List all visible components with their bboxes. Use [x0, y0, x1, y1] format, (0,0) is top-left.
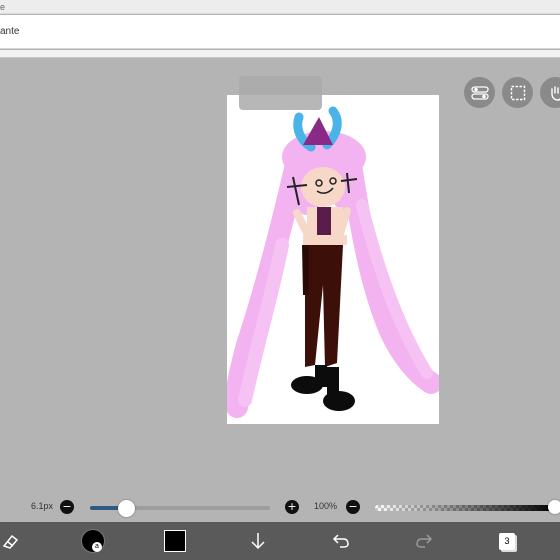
undo-button[interactable]	[328, 522, 354, 560]
opacity-decrease-button[interactable]: −	[346, 500, 360, 514]
layer-toggle-button[interactable]	[464, 77, 495, 108]
drawing-artwork	[227, 106, 439, 418]
brush-size-decrease-button[interactable]: −	[60, 500, 74, 514]
selection-button[interactable]	[502, 77, 533, 108]
brush-size-thumb[interactable]	[118, 500, 135, 517]
brush-size-slider[interactable]	[90, 506, 270, 510]
brush-size-increase-button[interactable]: +	[285, 500, 299, 514]
drawing-canvas[interactable]	[227, 95, 439, 424]
selection-icon	[510, 85, 525, 100]
hand-icon	[550, 85, 560, 101]
brush-slider-row: 6.1px − + 100% −	[0, 496, 560, 518]
eraser-tool-button[interactable]	[0, 522, 22, 560]
eraser-tool-icon	[2, 534, 19, 549]
color-swatch	[164, 530, 186, 552]
bottom-toolbar: a 3	[0, 522, 560, 560]
brush-preview-icon: a	[81, 529, 105, 553]
tool-indicator-badge	[239, 76, 322, 110]
brush-badge: a	[92, 542, 102, 552]
opacity-label: 100%	[314, 501, 338, 511]
document-title: ante	[0, 26, 20, 37]
layer-count: 3	[499, 532, 515, 550]
status-fragment: e	[0, 2, 6, 12]
opacity-slider[interactable]	[375, 505, 555, 511]
download-icon	[251, 533, 265, 550]
brush-size-label: 6.1px	[31, 501, 54, 511]
status-strip: e	[0, 0, 560, 14]
document-bar: ante	[0, 15, 560, 49]
sub-bar	[0, 50, 560, 58]
brush-settings-button[interactable]: a	[76, 522, 110, 560]
layers-button[interactable]: 3	[494, 522, 520, 560]
redo-button[interactable]	[411, 522, 437, 560]
color-button[interactable]	[160, 522, 190, 560]
toggle-icon	[470, 85, 489, 100]
undo-icon	[332, 534, 349, 548]
opacity-thumb[interactable]	[548, 500, 560, 514]
redo-icon	[416, 534, 433, 548]
download-button[interactable]	[245, 522, 271, 560]
